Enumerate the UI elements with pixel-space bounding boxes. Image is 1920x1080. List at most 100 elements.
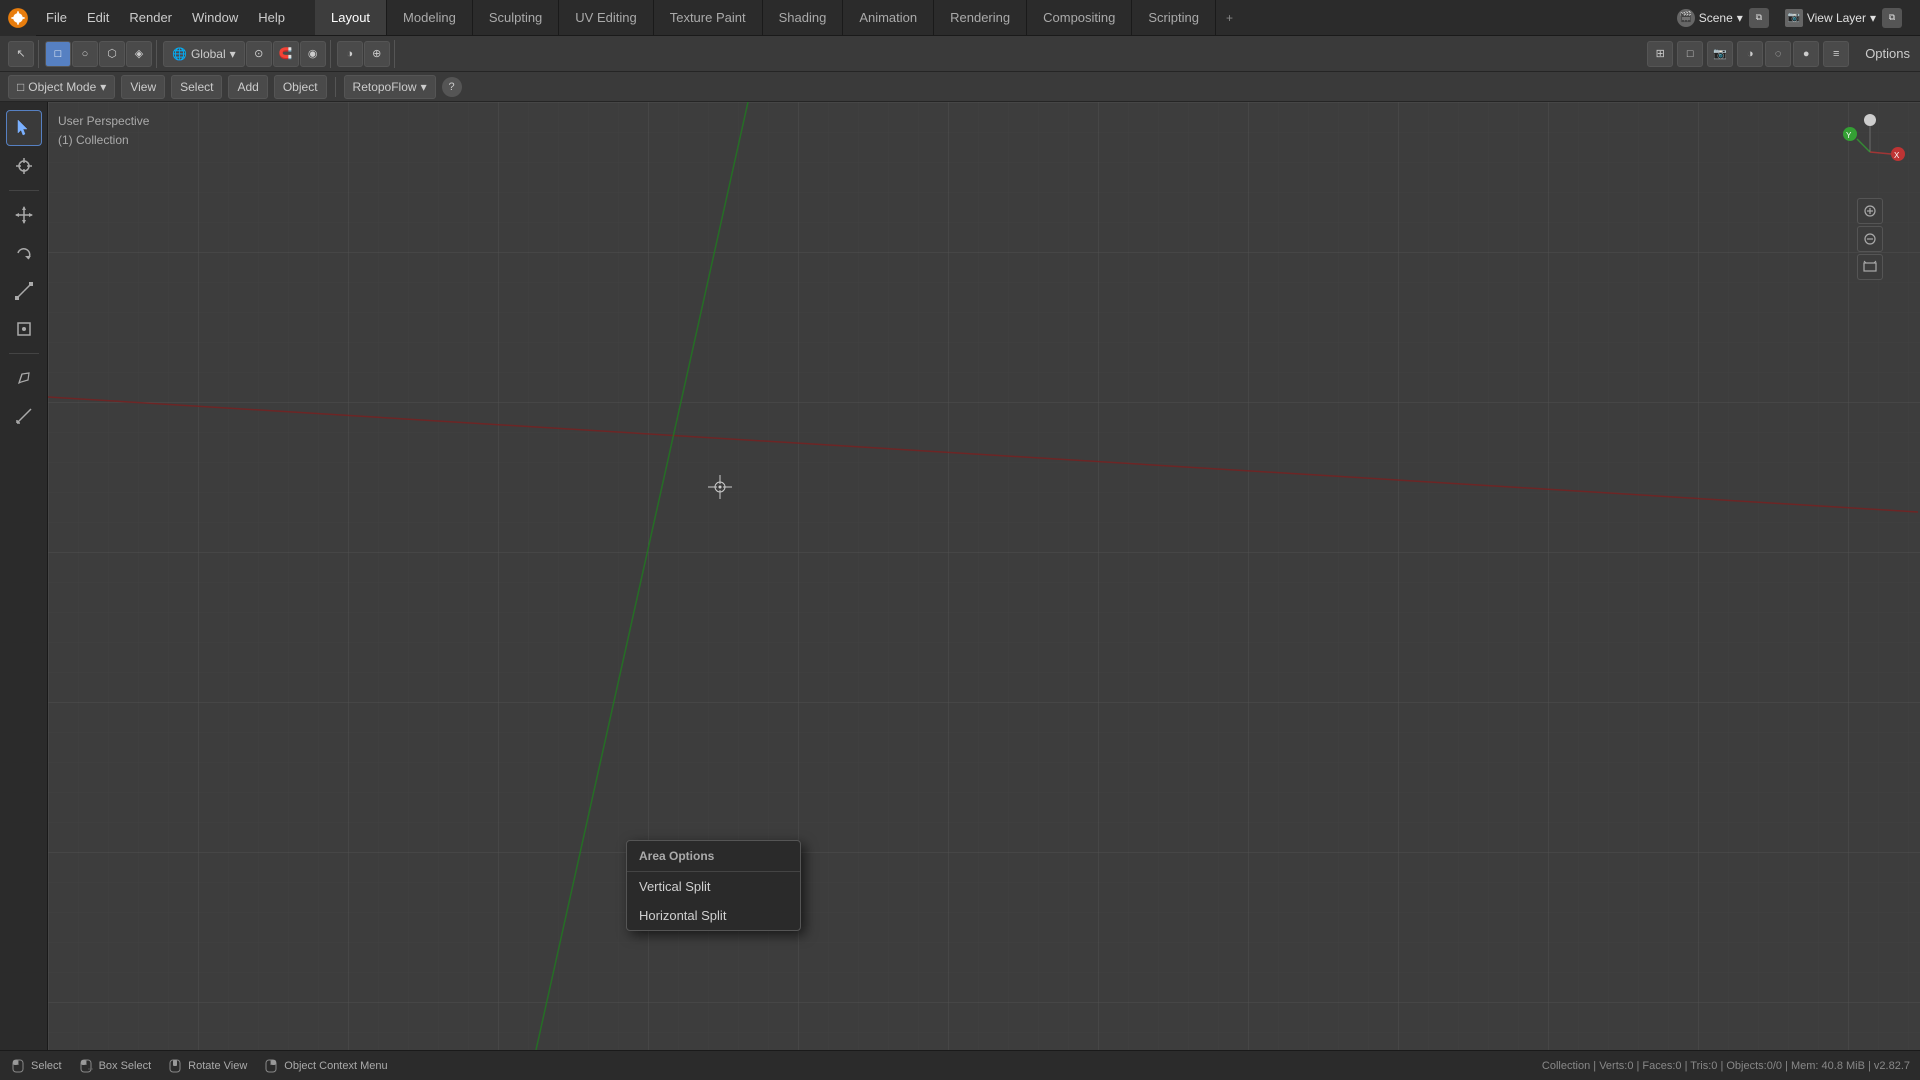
- tab-compositing[interactable]: Compositing: [1027, 0, 1132, 35]
- view-layer-dropdown-icon: ▾: [1870, 11, 1876, 25]
- viewport-nav-buttons: [1830, 198, 1910, 280]
- horizontal-split-item[interactable]: Horizontal Split: [627, 901, 800, 930]
- scene-label: Scene: [1699, 11, 1733, 25]
- viewport-ortho-btn[interactable]: □: [1677, 41, 1703, 67]
- tool-mode-group: ↖: [4, 40, 39, 68]
- mode-icon: □: [17, 80, 24, 94]
- lt-divider-2: [9, 353, 39, 354]
- viewport-extra-btn[interactable]: ≡: [1823, 41, 1849, 67]
- menu-edit[interactable]: Edit: [77, 0, 119, 35]
- viewport-grid: [48, 102, 1920, 1050]
- lt-divider-1: [9, 190, 39, 191]
- options-button[interactable]: Options: [1859, 46, 1916, 61]
- svg-text:⋯: ⋯: [88, 1067, 93, 1073]
- transform-tool-btn[interactable]: [6, 311, 42, 347]
- menu-file[interactable]: File: [36, 0, 77, 35]
- select-label: Select: [31, 1060, 62, 1072]
- menu-render[interactable]: Render: [119, 0, 182, 35]
- material-shading-btn[interactable]: ◌: [1765, 41, 1791, 67]
- tab-shading[interactable]: Shading: [763, 0, 844, 35]
- global-label: Global: [191, 47, 226, 61]
- svg-text:X: X: [1894, 151, 1900, 160]
- move-tool-btn[interactable]: [6, 197, 42, 233]
- menu-help[interactable]: Help: [248, 0, 295, 35]
- select-tool-btn[interactable]: [6, 110, 42, 146]
- proportional-btn[interactable]: ◉: [300, 41, 326, 67]
- vertical-split-item[interactable]: Vertical Split: [627, 872, 800, 901]
- snap-tweak-btn[interactable]: ◈: [126, 41, 152, 67]
- pivot-btn[interactable]: ⊙: [246, 41, 272, 67]
- blender-logo[interactable]: [0, 0, 36, 36]
- mode-arrow: ▾: [100, 80, 106, 94]
- tab-scripting[interactable]: Scripting: [1132, 0, 1216, 35]
- snap-lasso-btn[interactable]: ⬡: [99, 41, 125, 67]
- scene-selector[interactable]: 🎬 Scene ▾ ⧉: [1669, 8, 1777, 28]
- tab-uv-editing[interactable]: UV Editing: [559, 0, 653, 35]
- show-overlay-btn[interactable]: ◑: [337, 41, 363, 67]
- tab-animation[interactable]: Animation: [843, 0, 934, 35]
- object-mode-dropdown[interactable]: □ Object Mode ▾: [8, 75, 115, 99]
- add-workspace-button[interactable]: +: [1216, 0, 1243, 35]
- menu-window[interactable]: Window: [182, 0, 248, 35]
- zoom-out-btn[interactable]: [1857, 226, 1883, 252]
- view-menu-btn[interactable]: View: [121, 75, 165, 99]
- view-layer-copy-icon[interactable]: ⧉: [1882, 8, 1902, 28]
- measure-tool-btn[interactable]: [6, 398, 42, 434]
- global-arrow: ▾: [230, 47, 236, 61]
- viewport-shading-group: ⊞ □ 📷 ◑ ◌ ● ≡: [1647, 41, 1849, 67]
- show-group: ◑ ⊕: [333, 40, 395, 68]
- camera-perspective-btn[interactable]: [1857, 254, 1883, 280]
- gizmo-area: X Y: [1830, 112, 1910, 280]
- tab-rendering[interactable]: Rendering: [934, 0, 1027, 35]
- snap-circle-btn[interactable]: ○: [72, 41, 98, 67]
- nav-gizmo[interactable]: X Y: [1830, 112, 1910, 192]
- viewport-camera-btn[interactable]: 📷: [1707, 41, 1733, 67]
- main-area: User Perspective (1) Collection: [0, 102, 1920, 1050]
- mode-label: Object Mode: [28, 80, 96, 94]
- viewport-3d[interactable]: User Perspective (1) Collection: [48, 102, 1920, 1050]
- workspace-tabs: Layout Modeling Sculpting UV Editing Tex…: [315, 0, 1243, 35]
- retopoflow-dropdown[interactable]: RetopoFlow ▾: [344, 75, 436, 99]
- mouse-left-icon: [10, 1058, 26, 1074]
- add-menu-btn[interactable]: Add: [228, 75, 267, 99]
- scene-copy-icon[interactable]: ⧉: [1749, 8, 1769, 28]
- snap-box-select-btn[interactable]: □: [45, 41, 71, 67]
- show-gizmo-btn[interactable]: ⊕: [364, 41, 390, 67]
- mouse-middle-icon: [167, 1058, 183, 1074]
- select-menu-btn[interactable]: Select: [171, 75, 222, 99]
- viewport-icon-btn[interactable]: ⊞: [1647, 41, 1673, 67]
- object-menu-btn[interactable]: Object: [274, 75, 327, 99]
- tab-texture-paint[interactable]: Texture Paint: [654, 0, 763, 35]
- object-context-label: Object Context Menu: [284, 1060, 387, 1072]
- rotate-view-label: Rotate View: [188, 1060, 247, 1072]
- rotate-tool-btn[interactable]: [6, 235, 42, 271]
- annotate-tool-btn[interactable]: [6, 360, 42, 396]
- cursor-tool-btn[interactable]: [6, 148, 42, 184]
- view-layer-label: View Layer: [1807, 11, 1866, 25]
- tab-modeling[interactable]: Modeling: [387, 0, 473, 35]
- scale-tool-btn[interactable]: [6, 273, 42, 309]
- collection-stats: Collection | Verts:0 | Faces:0 | Tris:0 …: [1542, 1060, 1910, 1072]
- snap-to-btn[interactable]: 🧲: [273, 41, 299, 67]
- scene-icon: 🎬: [1677, 9, 1695, 27]
- tab-sculpting[interactable]: Sculpting: [473, 0, 559, 35]
- left-toolbar: [0, 102, 48, 1050]
- solid-shading-btn[interactable]: ◑: [1737, 41, 1763, 67]
- view-layer-selector[interactable]: 📷 View Layer ▾ ⧉: [1777, 8, 1910, 28]
- status-context-menu: Object Context Menu: [263, 1058, 387, 1074]
- mouse-right-icon: [263, 1058, 279, 1074]
- scene-dropdown-icon: ▾: [1737, 11, 1743, 25]
- global-dropdown[interactable]: 🌐 Global ▾: [163, 41, 245, 67]
- transform-group: 🌐 Global ▾ ⊙ 🧲 ◉: [159, 40, 331, 68]
- svg-text:Y: Y: [1846, 131, 1852, 140]
- mode-toolbar: □ Object Mode ▾ View Select Add Object R…: [0, 72, 1920, 102]
- rendered-shading-btn[interactable]: ●: [1793, 41, 1819, 67]
- tool-select-icon[interactable]: ↖: [8, 41, 34, 67]
- status-box-select: ⋯ Box Select: [78, 1058, 152, 1074]
- tab-layout[interactable]: Layout: [315, 0, 387, 35]
- top-menu-bar: File Edit Render Window Help Layout Mode…: [0, 0, 1920, 36]
- help-question-btn[interactable]: ?: [442, 77, 462, 97]
- shading-modes: ◑ ◌ ●: [1737, 41, 1819, 67]
- zoom-in-btn[interactable]: [1857, 198, 1883, 224]
- mode-separator: [335, 77, 336, 97]
